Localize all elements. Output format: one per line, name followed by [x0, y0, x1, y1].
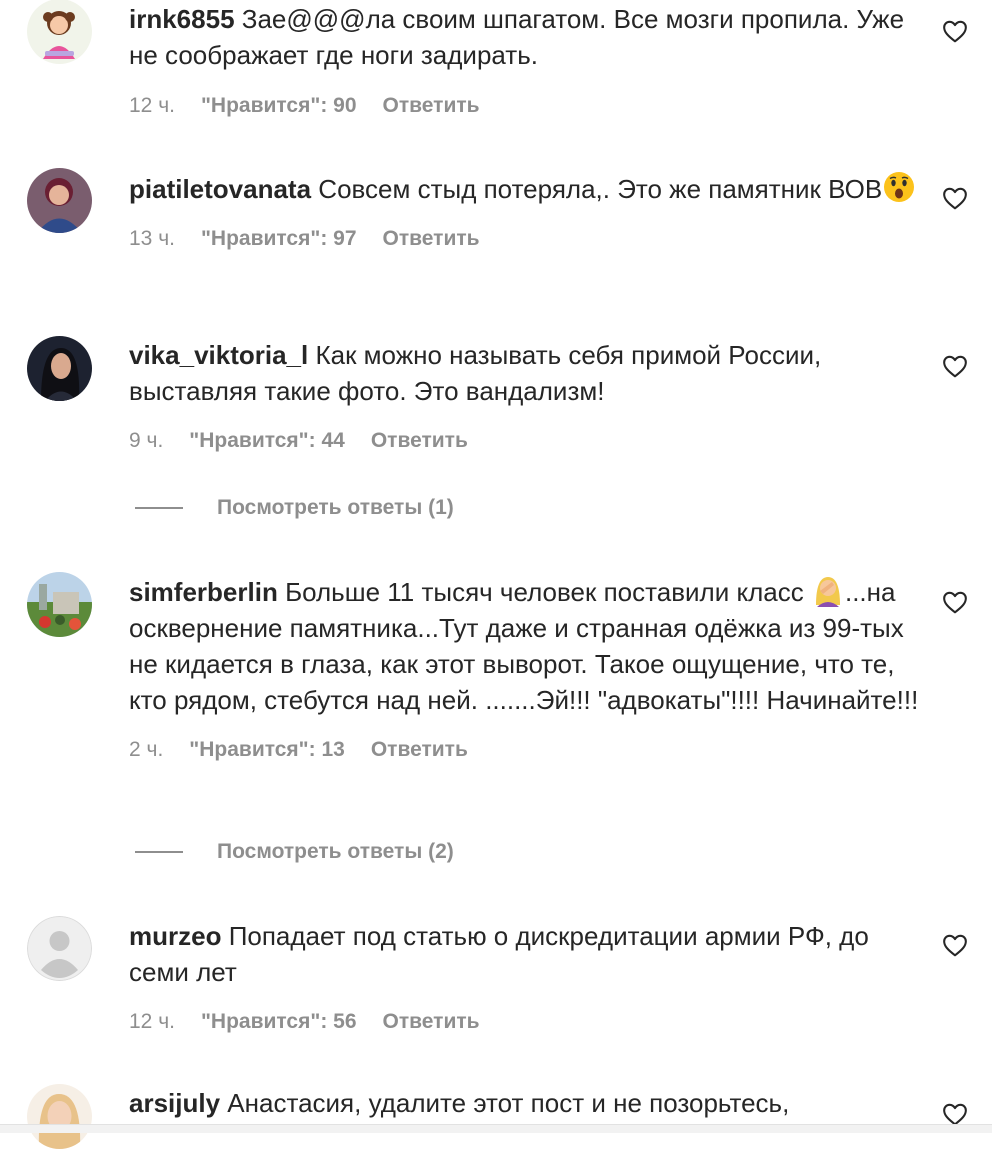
comment-text: simferberlin Больше 11 тысяч человек пос…: [129, 573, 919, 718]
reply-button[interactable]: Ответить: [371, 736, 468, 764]
comment-username[interactable]: irnk6855: [129, 4, 235, 34]
reply-button[interactable]: Ответить: [383, 92, 480, 120]
comment-likes[interactable]: "Нравится": 44: [189, 427, 345, 455]
avatar[interactable]: [27, 0, 92, 64]
heart-icon[interactable]: [942, 933, 968, 957]
view-replies-label: Посмотреть ответы (2): [217, 840, 454, 863]
avatar[interactable]: [27, 572, 92, 637]
comment-likes[interactable]: "Нравится": 97: [201, 225, 357, 253]
comment-time: 9 ч.: [129, 429, 164, 452]
avatar[interactable]: [27, 1084, 92, 1149]
comment-meta: 2 ч. "Нравится": 13 Ответить: [129, 736, 919, 764]
comment-meta: 12 ч. "Нравится": 90 Ответить: [129, 92, 919, 120]
avatar[interactable]: [27, 336, 92, 401]
comment-text: irnk6855 Зае@@@ла своим шпагатом. Все мо…: [129, 1, 919, 73]
heart-icon[interactable]: [942, 590, 968, 614]
avatar[interactable]: [27, 168, 92, 233]
comment-username[interactable]: arsijuly: [129, 1088, 220, 1118]
heart-icon[interactable]: [942, 186, 968, 210]
comment-text: piatiletovanata Совсем стыд потеряла,. Э…: [129, 170, 919, 207]
comment-content: Анастасия, удалите этот пост и не позорь…: [227, 1088, 790, 1118]
comment-username[interactable]: piatiletovanata: [129, 174, 311, 204]
comment-body: murzeo Попадает под статью о дискредитац…: [129, 918, 919, 1036]
comment-time: 13 ч.: [129, 227, 175, 250]
comment-likes[interactable]: "Нравится": 13: [189, 736, 345, 764]
astonished-face-emoji: [882, 170, 916, 204]
heart-icon[interactable]: [942, 19, 968, 43]
reply-button[interactable]: Ответить: [383, 225, 480, 253]
comment-body: piatiletovanata Совсем стыд потеряла,. Э…: [129, 170, 919, 253]
view-replies-button[interactable]: Посмотреть ответы (1): [135, 496, 454, 520]
comment-time: 12 ч.: [129, 94, 175, 117]
comment-meta: 12 ч. "Нравится": 56 Ответить: [129, 1008, 919, 1036]
comment-meta: 13 ч. "Нравится": 97 Ответить: [129, 225, 919, 253]
comment-meta: 9 ч. "Нравится": 44 Ответить: [129, 427, 919, 455]
comment-body: arsijuly Анастасия, удалите этот пост и …: [129, 1085, 919, 1121]
comment-time: 12 ч.: [129, 1010, 175, 1033]
comment-time: 2 ч.: [129, 738, 164, 761]
reply-button[interactable]: Ответить: [383, 1008, 480, 1036]
divider-line: [135, 507, 183, 509]
heart-icon[interactable]: [942, 1102, 968, 1126]
comment-text: arsijuly Анастасия, удалите этот пост и …: [129, 1085, 919, 1121]
comment-username[interactable]: simferberlin: [129, 577, 278, 607]
comment-username[interactable]: murzeo: [129, 921, 221, 951]
comment-content: Совсем стыд потеряла,. Это же памятник В…: [318, 174, 883, 204]
comment-body: vika_viktoria_l Как можно называть себя …: [129, 337, 919, 455]
comment-likes[interactable]: "Нравится": 56: [201, 1008, 357, 1036]
view-replies-label: Посмотреть ответы (1): [217, 496, 454, 519]
heart-icon[interactable]: [942, 354, 968, 378]
comment-text: murzeo Попадает под статью о дискредитац…: [129, 918, 919, 990]
view-replies-button[interactable]: Посмотреть ответы (2): [135, 840, 454, 864]
comment-text: vika_viktoria_l Как можно называть себя …: [129, 337, 919, 409]
comment-body: irnk6855 Зае@@@ла своим шпагатом. Все мо…: [129, 1, 919, 120]
comment-body: simferberlin Больше 11 тысяч человек пос…: [129, 573, 919, 764]
woman-facepalming-emoji: [811, 573, 845, 607]
comment-likes[interactable]: "Нравится": 90: [201, 92, 357, 120]
comment-content: Больше 11 тысяч человек поставили класс: [285, 577, 804, 607]
comment-content: Зае@@@ла своим шпагатом. Все мозги пропи…: [129, 4, 905, 70]
comment-username[interactable]: vika_viktoria_l: [129, 340, 308, 370]
reply-button[interactable]: Ответить: [371, 427, 468, 455]
avatar[interactable]: [27, 916, 92, 981]
comment-content: Попадает под статью о дискредитации арми…: [129, 921, 869, 987]
divider-line: [135, 851, 183, 853]
